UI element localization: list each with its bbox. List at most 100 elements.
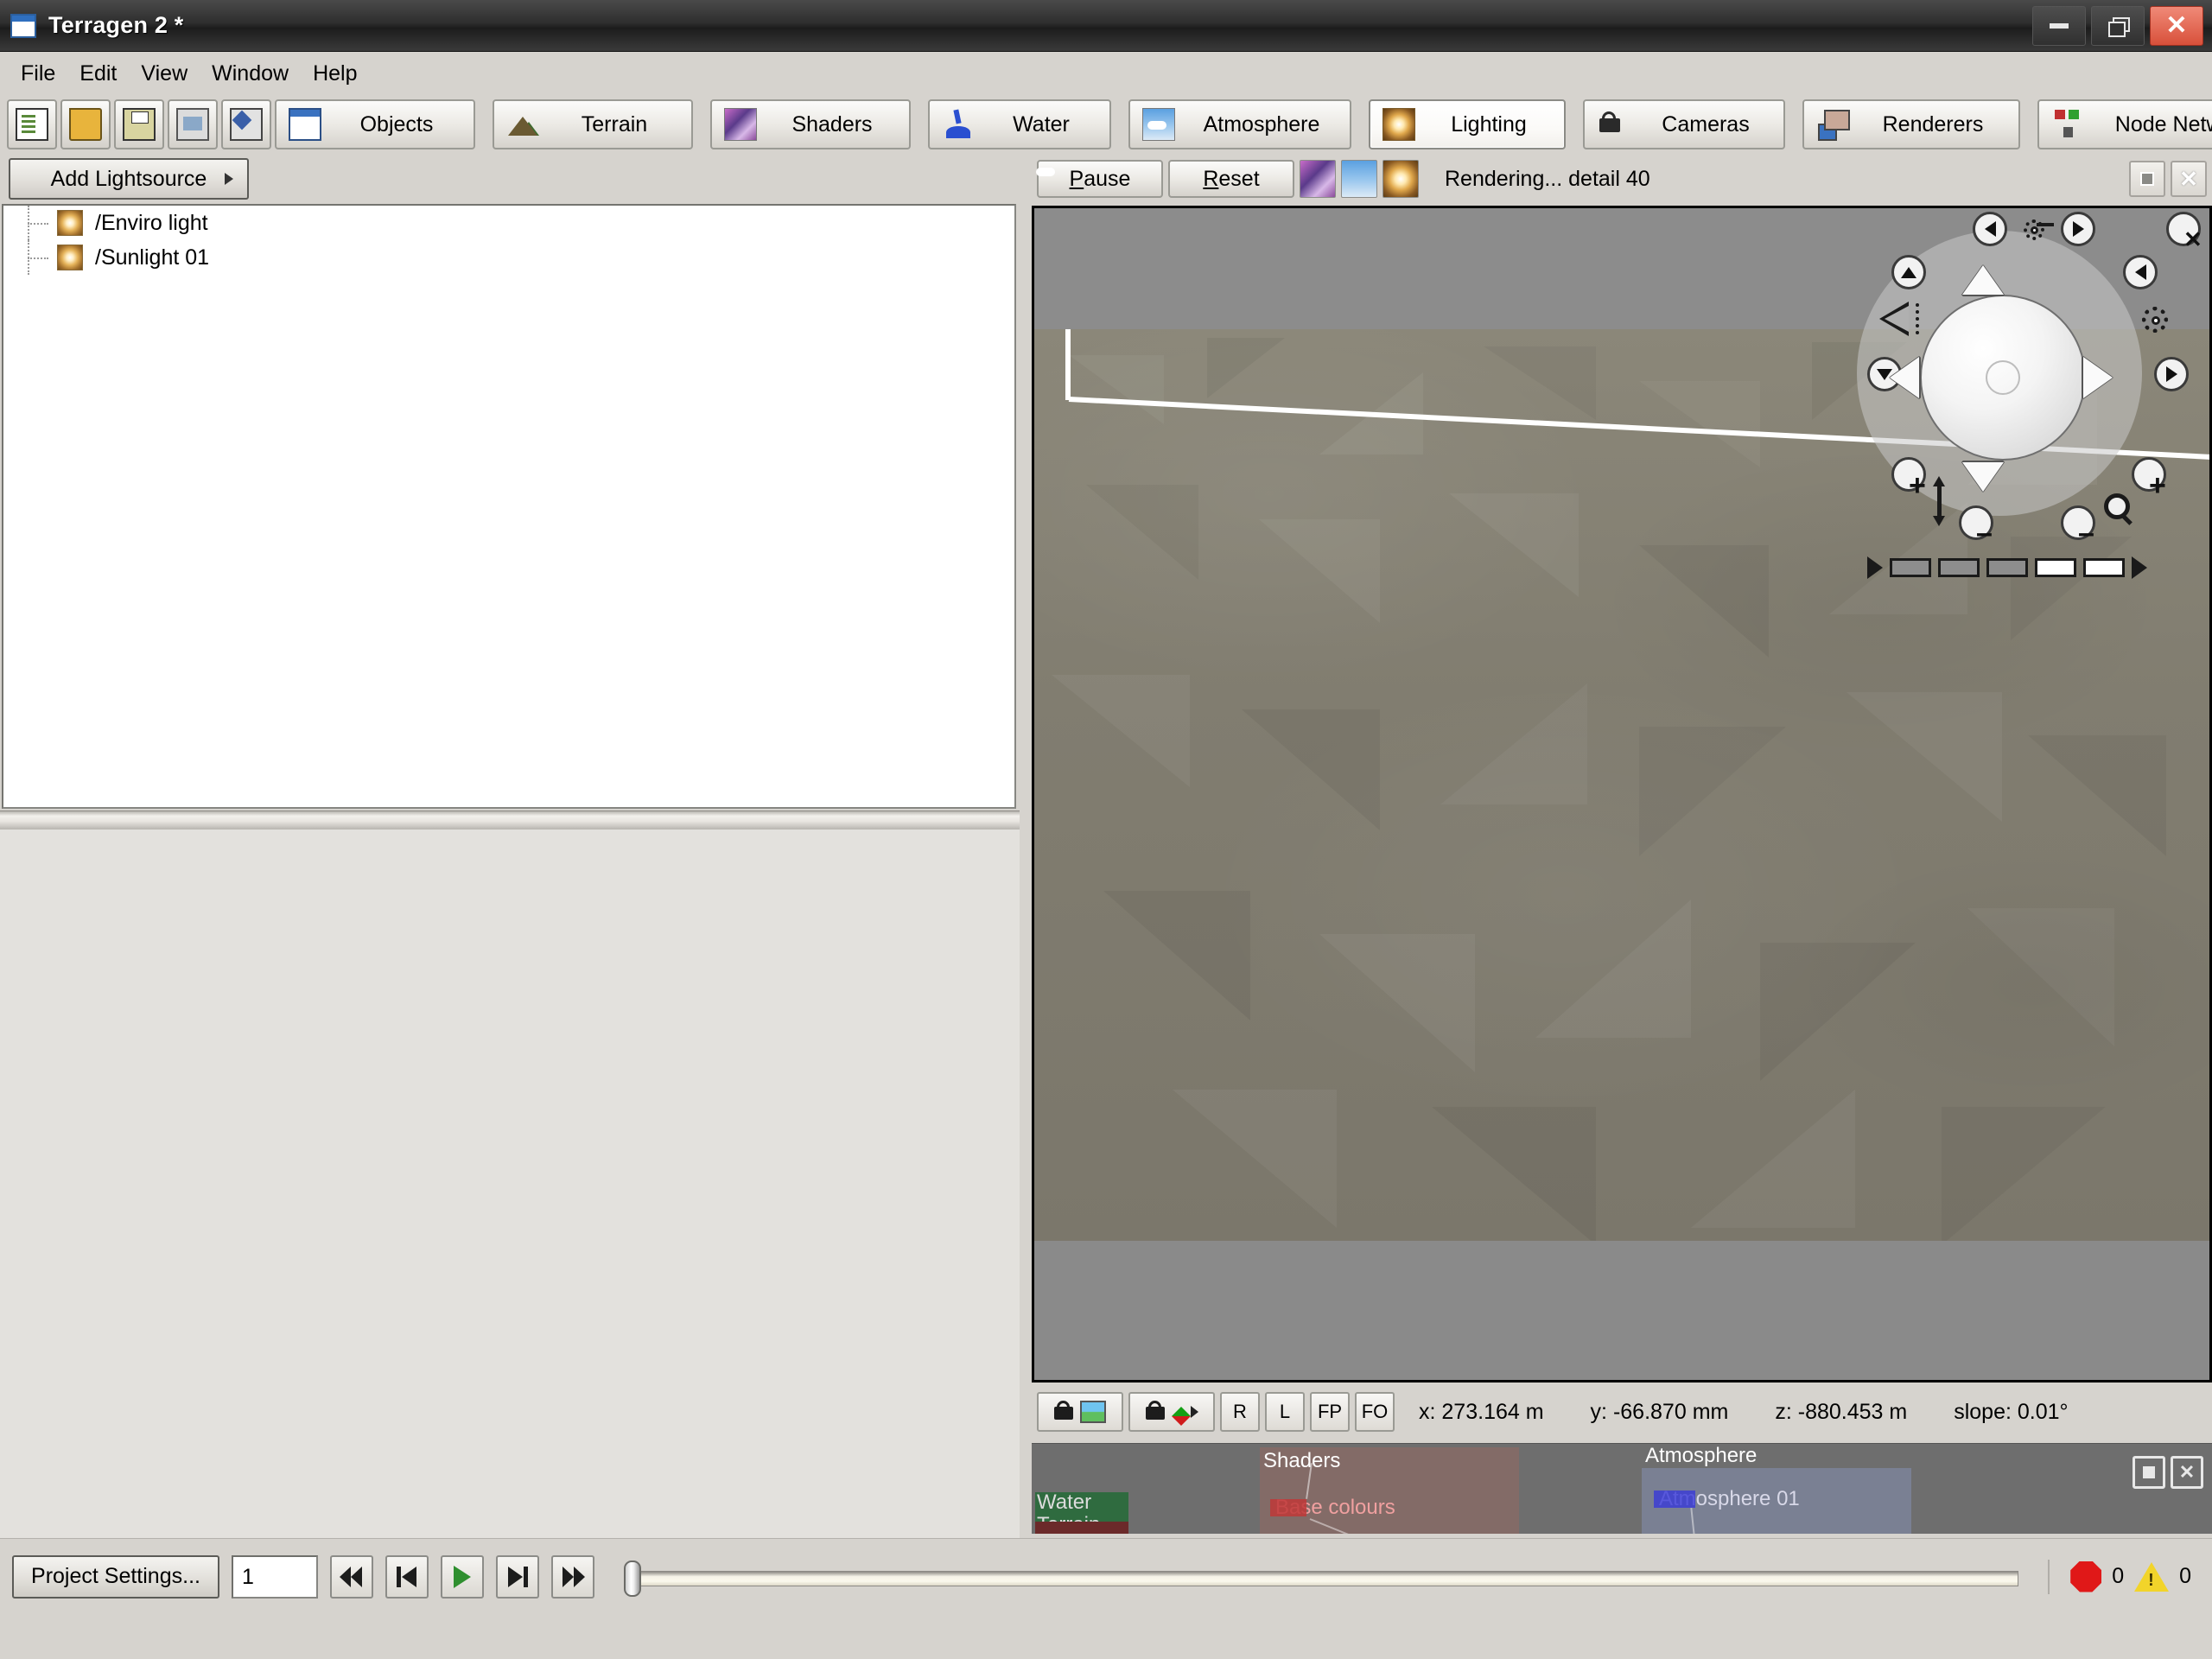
- tree-item-sunlight-01[interactable]: /Sunlight 01: [3, 240, 1014, 275]
- tab-cameras-label: Cameras: [1662, 111, 1750, 137]
- move-right-arrow[interactable]: [2083, 357, 2113, 398]
- tab-cameras[interactable]: Cameras: [1583, 99, 1785, 149]
- objects-icon: [289, 108, 321, 141]
- move-left-arrow[interactable]: [1890, 357, 1919, 398]
- tab-lighting-label: Lighting: [1451, 111, 1527, 137]
- terrain-icon: [506, 108, 539, 141]
- menu-help[interactable]: Help: [301, 58, 369, 90]
- tab-renderers[interactable]: Renderers: [1802, 99, 2020, 149]
- snapshot-button[interactable]: [168, 99, 218, 149]
- tab-shaders[interactable]: Shaders: [710, 99, 911, 149]
- close-node-preview-button[interactable]: ✕: [2171, 1456, 2203, 1489]
- speed-segment[interactable]: [2035, 558, 2076, 577]
- tab-objects-label: Objects: [359, 111, 434, 137]
- close-button[interactable]: ✕: [2150, 5, 2203, 46]
- frame-number-input[interactable]: 1: [232, 1554, 318, 1599]
- zoom-decrease-button[interactable]: [2061, 505, 2095, 540]
- nav-speed-selector[interactable]: [1862, 550, 2196, 585]
- speed-segment[interactable]: [1890, 558, 1931, 577]
- close-navigation-button[interactable]: [2166, 212, 2201, 246]
- orbit-left-button[interactable]: [1973, 212, 2007, 246]
- maximize-render-panel-button[interactable]: [2129, 161, 2165, 197]
- paint-button[interactable]: [221, 99, 271, 149]
- node-group-atmosphere[interactable]: Atmosphere Atmosphere 01: [1642, 1444, 1911, 1534]
- maximize-node-preview-button[interactable]: [2133, 1456, 2165, 1489]
- fov-increase-button[interactable]: [1891, 457, 1926, 492]
- tab-node-network[interactable]: Node Network: [2037, 99, 2212, 149]
- next-frame-button[interactable]: [496, 1554, 539, 1599]
- coord-y-value: -66.870 mm: [1612, 1399, 1729, 1424]
- speed-decrease-icon[interactable]: [1867, 556, 1883, 579]
- open-project-button[interactable]: [60, 99, 111, 149]
- menu-view[interactable]: View: [129, 58, 200, 90]
- first-person-button[interactable]: FP: [1310, 1392, 1350, 1432]
- play-button[interactable]: [441, 1554, 484, 1599]
- shaders-preview-icon[interactable]: [1300, 160, 1336, 198]
- menu-file[interactable]: File: [9, 58, 67, 90]
- timeline-slider[interactable]: [624, 1555, 2019, 1599]
- tab-node-network-label: Node Network: [2114, 111, 2212, 137]
- timeline-track[interactable]: [638, 1570, 2019, 1586]
- camera-icon: [1145, 1401, 1172, 1423]
- menu-edit[interactable]: Edit: [67, 58, 129, 90]
- first-frame-button[interactable]: [330, 1554, 373, 1599]
- maximize-icon: [2143, 1466, 2155, 1478]
- nav-trackball[interactable]: [1920, 295, 2086, 461]
- timeline-thumb[interactable]: [624, 1560, 641, 1597]
- restore-button[interactable]: [2091, 5, 2145, 46]
- navigation-widget[interactable]: [1857, 212, 2202, 592]
- reset-button[interactable]: Reset: [1168, 160, 1294, 198]
- add-lightsource-button[interactable]: Add Lightsource: [9, 158, 249, 200]
- camera-gizmo-toggle[interactable]: [1128, 1392, 1215, 1432]
- tab-atmosphere[interactable]: Atmosphere: [1128, 99, 1351, 149]
- speed-segment[interactable]: [1986, 558, 2028, 577]
- speed-segment[interactable]: [2083, 558, 2125, 577]
- restore-icon: [2108, 16, 2130, 37]
- menu-window[interactable]: Window: [200, 58, 301, 90]
- project-settings-button[interactable]: Project Settings...: [12, 1554, 219, 1599]
- fov-decrease-button[interactable]: [1959, 505, 1993, 540]
- speed-segment[interactable]: [1938, 558, 1980, 577]
- lightsource-tree[interactable]: /Enviro light /Sunlight 01: [2, 204, 1016, 809]
- light-mode-button[interactable]: L: [1265, 1392, 1305, 1432]
- camera-view-toggle[interactable]: [1037, 1392, 1123, 1432]
- tree-item-enviro-light[interactable]: /Enviro light: [3, 206, 1014, 240]
- orbit-right-button[interactable]: [2061, 212, 2095, 246]
- tab-lighting[interactable]: Lighting: [1369, 99, 1566, 149]
- vertical-splitter[interactable]: [1020, 156, 1032, 1538]
- cursor-coordinates: x: 273.164 m y: -66.870 mm z: -880.453 m…: [1419, 1400, 2069, 1425]
- maximize-icon: [2140, 172, 2154, 186]
- node-group-shaders[interactable]: Shaders Base colours: [1260, 1447, 1519, 1534]
- tab-water[interactable]: Water: [928, 99, 1111, 149]
- tab-terrain[interactable]: Terrain: [493, 99, 693, 149]
- rotate-left-button[interactable]: [2123, 255, 2158, 289]
- save-project-button[interactable]: [114, 99, 164, 149]
- render-toolbar: Pause Reset Rendering... detail 40 ✕: [1032, 156, 2212, 202]
- move-backward-arrow[interactable]: [1962, 462, 2004, 492]
- render-viewport[interactable]: [1032, 206, 2212, 1382]
- pitch-up-button[interactable]: [1891, 255, 1926, 289]
- node-network-preview[interactable]: Water Terrain Shaders Base colours Atmos…: [1032, 1443, 2212, 1534]
- node-group-water[interactable]: Water Terrain: [1035, 1491, 1128, 1534]
- minimize-button[interactable]: [2032, 5, 2086, 46]
- pause-button[interactable]: Pause: [1037, 160, 1163, 198]
- lighting-preview-icon[interactable]: [1382, 160, 1419, 198]
- last-frame-button[interactable]: [551, 1554, 594, 1599]
- tab-shaders-label: Shaders: [791, 111, 873, 137]
- orbit-icon[interactable]: [2016, 213, 2056, 248]
- atmosphere-preview-icon[interactable]: [1341, 160, 1377, 198]
- move-forward-arrow[interactable]: [1962, 265, 2004, 295]
- speed-increase-icon[interactable]: [2132, 556, 2147, 579]
- rotate-mode-button[interactable]: R: [1220, 1392, 1260, 1432]
- fly-orbit-button[interactable]: FO: [1355, 1392, 1395, 1432]
- prev-frame-button[interactable]: [385, 1554, 429, 1599]
- target-icon[interactable]: [2140, 305, 2178, 343]
- lighting-icon: [1382, 108, 1415, 141]
- rotate-right-button[interactable]: [2154, 357, 2189, 391]
- close-render-panel-button[interactable]: ✕: [2171, 161, 2207, 197]
- horizontal-splitter[interactable]: [0, 810, 1020, 830]
- new-project-button[interactable]: [7, 99, 57, 149]
- zoom-increase-button[interactable]: [2132, 457, 2166, 492]
- paint-icon: [230, 108, 263, 141]
- tab-objects[interactable]: Objects: [275, 99, 475, 149]
